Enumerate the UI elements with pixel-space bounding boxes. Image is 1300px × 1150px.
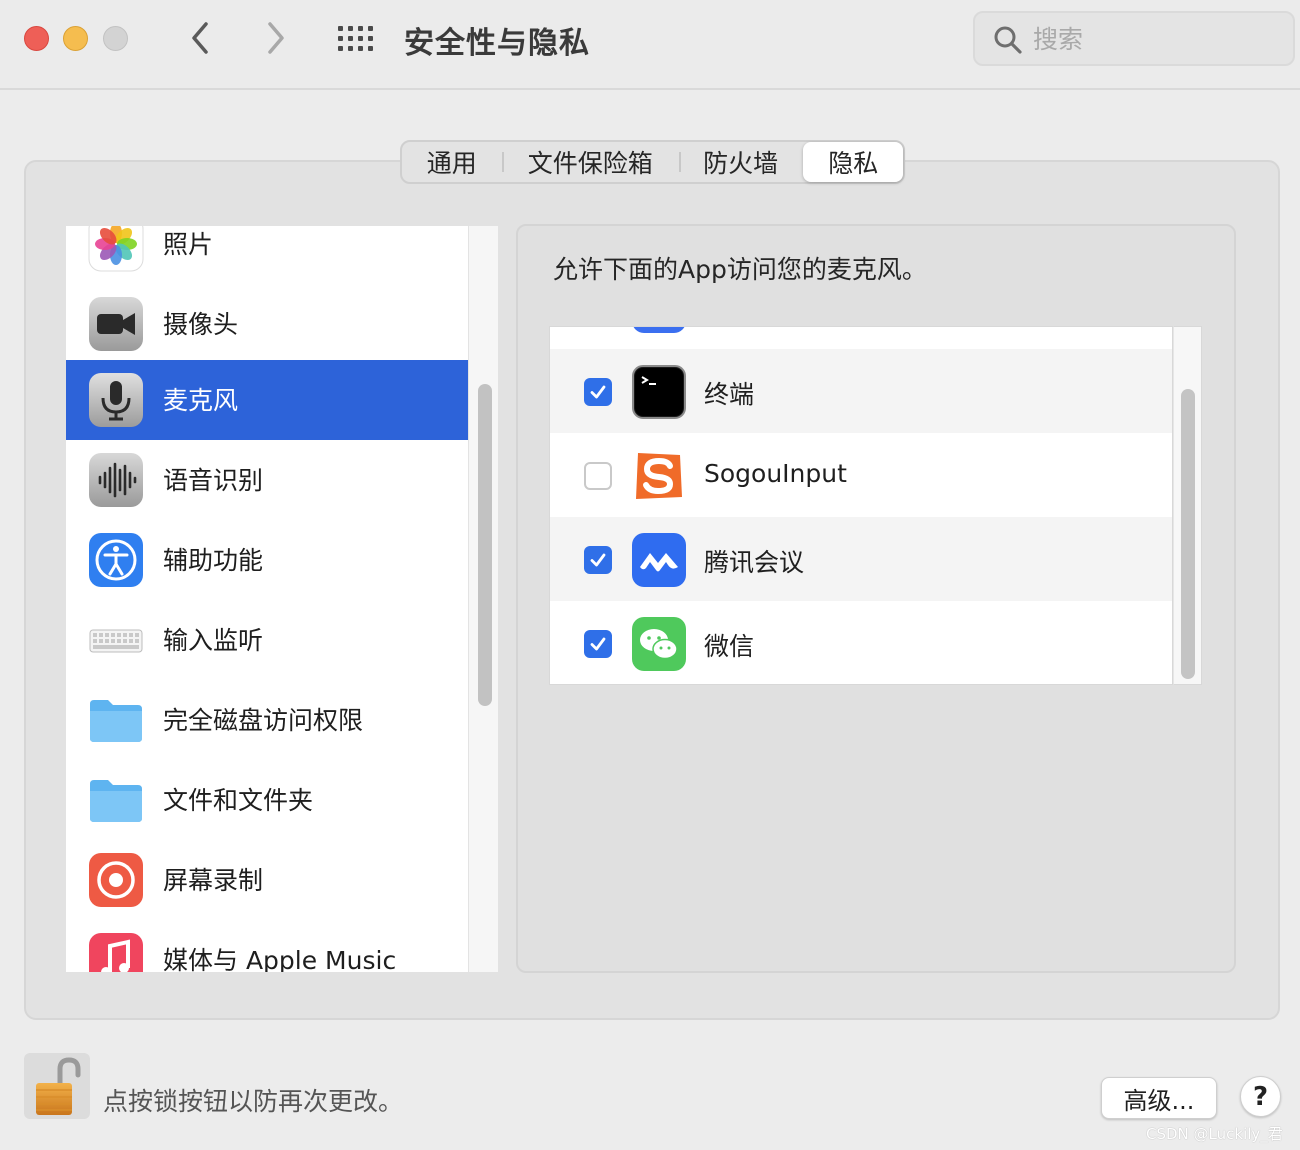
app-list-scroll-thumb[interactable] — [1181, 389, 1195, 679]
app-row-terminal: 终端 — [550, 349, 1172, 433]
sidebar-item-microphone[interactable]: 麦克风 — [66, 360, 468, 440]
sidebar-item-label: 屏幕录制 — [163, 866, 264, 895]
terminal-icon — [632, 365, 686, 419]
back-button[interactable] — [186, 20, 216, 56]
minimize-window-button[interactable] — [63, 26, 88, 51]
tencent-meeting-checkbox[interactable] — [584, 546, 612, 574]
checkmark-icon — [590, 553, 606, 567]
accessibility-icon — [89, 533, 143, 587]
grid-icon — [338, 26, 373, 51]
sidebar-item-label: 语音识别 — [163, 466, 264, 495]
search-icon — [994, 26, 1022, 54]
microphone-icon — [89, 373, 143, 427]
sidebar-item-camera[interactable]: 摄像头 — [66, 284, 468, 364]
app-row-tencent-meeting: 腾讯会议 — [550, 517, 1172, 601]
sidebar-item-label: 输入监听 — [163, 626, 264, 655]
tab-privacy[interactable]: 隐私 — [803, 142, 904, 182]
chevron-left-icon — [192, 22, 208, 54]
sidebar-item-label: 辅助功能 — [163, 546, 264, 575]
sogouinput-checkbox[interactable] — [584, 462, 612, 490]
sidebar-item-label: 媒体与 Apple Music — [163, 946, 397, 972]
folder-icon — [90, 700, 142, 742]
screen-recording-icon — [89, 853, 143, 907]
app-name: SogouInput — [704, 459, 847, 488]
wechat-icon — [632, 617, 686, 671]
tab-filevault[interactable]: 文件保险箱 — [501, 142, 679, 182]
music-icon — [89, 933, 143, 972]
tab-firewall[interactable]: 防火墙 — [678, 142, 803, 182]
checkmark-icon — [590, 385, 606, 399]
sidebar-item-files-and-folders[interactable]: 文件和文件夹 — [66, 760, 468, 840]
forward-button[interactable] — [260, 20, 290, 56]
close-window-button[interactable] — [24, 26, 49, 51]
window-title: 安全性与隐私 — [404, 26, 590, 61]
zoom-window-button[interactable] — [103, 26, 128, 51]
window-toolbar: 安全性与隐私 — [0, 0, 1300, 90]
show-all-button[interactable] — [336, 24, 376, 54]
sidebar-item-label: 麦克风 — [163, 386, 239, 415]
app-name: 终端 — [704, 380, 755, 409]
app-list: 终端 SogouInput 腾讯会议 微信 — [549, 326, 1173, 685]
sidebar-item-input-monitoring[interactable]: 输入监听 — [66, 600, 468, 680]
photos-icon — [88, 226, 144, 272]
watermark: CSDN @Luckily_君 — [1146, 1125, 1283, 1143]
sidebar-scrollbar[interactable] — [468, 226, 498, 972]
tencent-meeting-icon — [632, 533, 686, 587]
advanced-button[interactable]: 高级... — [1101, 1077, 1217, 1119]
sidebar-item-accessibility[interactable]: 辅助功能 — [66, 520, 468, 600]
lock-hint-text: 点按锁按钮以防再次更改。 — [103, 1087, 404, 1116]
speech-recognition-icon — [89, 453, 143, 507]
unlocked-padlock-icon — [36, 1057, 81, 1115]
sogou-icon — [636, 453, 682, 499]
privacy-category-list: 照片 摄像头 麦克风 语音识别 辅助功能 输入监听 完全磁盘访问权限 文件和文件… — [66, 226, 468, 972]
permission-heading: 允许下面的App访问您的麦克风。 — [553, 255, 927, 284]
chevron-right-icon — [268, 22, 284, 54]
app-row-sogouinput: SogouInput — [550, 433, 1172, 517]
app-row-wechat: 微信 — [550, 601, 1172, 684]
app-name: 腾讯会议 — [704, 548, 805, 577]
sidebar-item-media-apple-music[interactable]: 媒体与 Apple Music — [66, 920, 468, 972]
sidebar-item-speech-recognition[interactable]: 语音识别 — [66, 440, 468, 520]
sidebar-scroll-thumb[interactable] — [478, 384, 492, 706]
app-icon — [633, 327, 685, 333]
sidebar-item-label: 摄像头 — [163, 310, 239, 339]
search-field[interactable] — [973, 11, 1295, 66]
lock-button[interactable] — [24, 1053, 90, 1119]
tab-general[interactable]: 通用 — [402, 142, 502, 182]
tab-bar: 通用 文件保险箱 防火墙 隐私 — [400, 140, 905, 184]
sidebar-item-photos[interactable]: 照片 — [66, 226, 468, 284]
sidebar-item-label: 照片 — [163, 230, 214, 259]
checkmark-icon — [590, 637, 606, 651]
sidebar-item-screen-recording[interactable]: 屏幕录制 — [66, 840, 468, 920]
camera-icon — [89, 297, 143, 351]
list-item-partial — [550, 327, 1172, 347]
terminal-checkbox[interactable] — [584, 378, 612, 406]
sidebar-item-label: 文件和文件夹 — [163, 786, 314, 815]
sidebar-item-full-disk-access[interactable]: 完全磁盘访问权限 — [66, 680, 468, 760]
app-name: 微信 — [704, 632, 755, 661]
help-button[interactable]: ? — [1240, 1076, 1281, 1117]
wechat-checkbox[interactable] — [584, 630, 612, 658]
search-input[interactable] — [1033, 21, 1273, 57]
keyboard-icon — [89, 629, 143, 653]
folder-icon — [90, 780, 142, 822]
app-list-scrollbar[interactable] — [1173, 326, 1202, 685]
sidebar-item-label: 完全磁盘访问权限 — [163, 706, 364, 735]
